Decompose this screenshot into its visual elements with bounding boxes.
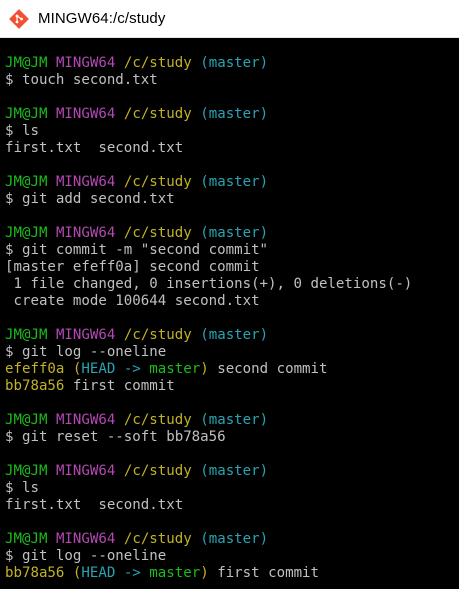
prompt-user: JM@JM [5,531,48,547]
command-line: $ git add second.txt [5,191,459,208]
prompt-path: /c/study [123,412,192,428]
window-title: MINGW64:/c/study [38,10,166,27]
prompt-user: JM@JM [5,463,48,479]
prompt-shell: MINGW64 [55,174,116,190]
prompt-user: JM@JM [5,412,48,428]
output-line: [master efeff0a] second commit [5,259,459,276]
ref-close: ) [200,565,209,581]
prompt-branch: (master) [200,463,269,479]
output-text: [master efeff0a] second commit [5,259,260,275]
command-text: $ git reset --soft bb78a56 [5,429,226,445]
prompt-path: /c/study [123,327,192,343]
prompt-path: /c/study [123,225,192,241]
prompt-user: JM@JM [5,106,48,122]
command-line: $ git log --oneline [5,344,459,361]
ref-branch: master [149,565,201,581]
prompt-user: JM@JM [5,174,48,190]
command-text: $ git add second.txt [5,191,175,207]
command-line: $ git reset --soft bb78a56 [5,429,459,446]
ref-open: ( [64,361,82,377]
command-line: $ git commit -m "second commit" [5,242,459,259]
prompt-line: JM@JM MINGW64 /c/study (master) [5,463,459,480]
command-text: $ git log --oneline [5,548,167,564]
prompt-line: JM@JM MINGW64 /c/study (master) [5,55,459,72]
prompt-path: /c/study [123,531,192,547]
git-bash-icon [8,8,30,30]
output-line: create mode 100644 second.txt [5,293,459,310]
prompt-branch: (master) [200,327,269,343]
prompt-line: JM@JM MINGW64 /c/study (master) [5,531,459,548]
prompt-line: JM@JM MINGW64 /c/study (master) [5,412,459,429]
prompt-user: JM@JM [5,55,48,71]
prompt-path: /c/study [123,106,192,122]
title-bar[interactable]: MINGW64:/c/study [0,0,459,38]
prompt-branch: (master) [200,55,269,71]
prompt-shell: MINGW64 [55,531,116,547]
ref-branch: master [149,361,201,377]
prompt-shell: MINGW64 [55,463,116,479]
prompt-shell: MINGW64 [55,55,116,71]
commit-hash: bb78a56 [5,565,65,581]
git-log-entry: bb78a56 (HEAD -> master) first commit [5,565,459,582]
git-log-entry: bb78a56 first commit [5,378,459,395]
command-line: $ ls [5,480,459,497]
output-line: 1 file changed, 0 insertions(+), 0 delet… [5,276,459,293]
output-text: 1 file changed, 0 insertions(+), 0 delet… [5,276,413,292]
prompt-path: /c/study [123,174,192,190]
command-text: $ touch second.txt [5,72,158,88]
prompt-path: /c/study [123,463,192,479]
prompt-path: /c/study [123,55,192,71]
commit-message: second commit [208,361,328,377]
prompt-shell: MINGW64 [55,225,116,241]
prompt-line: JM@JM MINGW64 /c/study (master) [5,106,459,123]
output-text: first.txt second.txt [5,497,184,513]
command-line: $ ls [5,123,459,140]
commit-message: first commit [64,378,175,394]
prompt-line: JM@JM MINGW64 /c/study (master) [5,327,459,344]
prompt-user: JM@JM [5,225,48,241]
output-line: first.txt second.txt [5,140,459,157]
prompt-line: JM@JM MINGW64 /c/study (master) [5,225,459,242]
ref-open: ( [64,565,82,581]
output-text: create mode 100644 second.txt [5,293,260,309]
commit-hash: efeff0a [5,361,65,377]
git-log-entry: efeff0a (HEAD -> master) second commit [5,361,459,378]
prompt-shell: MINGW64 [55,327,116,343]
commit-hash: bb78a56 [5,378,65,394]
ref-close: ) [200,361,209,377]
prompt-branch: (master) [200,412,269,428]
prompt-branch: (master) [200,225,269,241]
prompt-shell: MINGW64 [55,106,116,122]
output-text: first.txt second.txt [5,140,184,156]
prompt-line: JM@JM MINGW64 /c/study (master) [5,174,459,191]
ref-head: HEAD -> [81,565,141,581]
output-line: first.txt second.txt [5,497,459,514]
command-line: $ touch second.txt [5,72,459,89]
prompt-shell: MINGW64 [55,412,116,428]
commit-message: first commit [208,565,320,581]
command-text: $ ls [5,123,39,139]
ref-head: HEAD -> [81,361,141,377]
command-line: $ git log --oneline [5,548,459,565]
terminal-window: MINGW64:/c/study JM@JM MINGW64 /c/study … [0,0,459,589]
command-text: $ git log --oneline [5,344,167,360]
prompt-branch: (master) [200,106,269,122]
command-text: $ ls [5,480,39,496]
terminal-output[interactable]: JM@JM MINGW64 /c/study (master) $ touch s… [0,38,459,589]
prompt-user: JM@JM [5,327,48,343]
command-text: $ git commit -m "second commit" [5,242,269,258]
prompt-branch: (master) [200,531,269,547]
prompt-branch: (master) [200,174,269,190]
